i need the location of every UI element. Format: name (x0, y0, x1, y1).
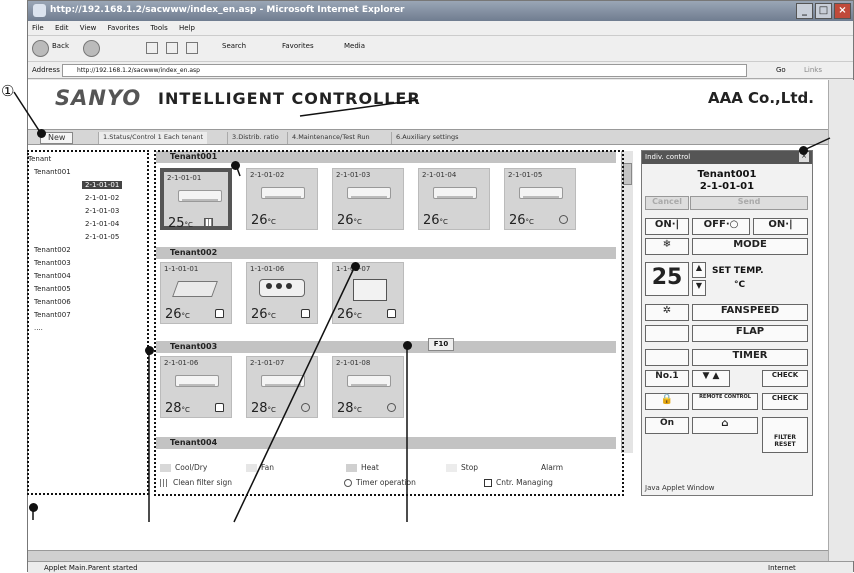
callout-dot (29, 503, 38, 512)
callout-dot (231, 161, 240, 170)
callout-dot (799, 146, 808, 155)
callout-dot (351, 262, 360, 271)
annotation-lines (13, 91, 831, 523)
callout-dot (145, 346, 154, 355)
callout-dot (403, 341, 412, 350)
callout-dot (37, 129, 46, 138)
